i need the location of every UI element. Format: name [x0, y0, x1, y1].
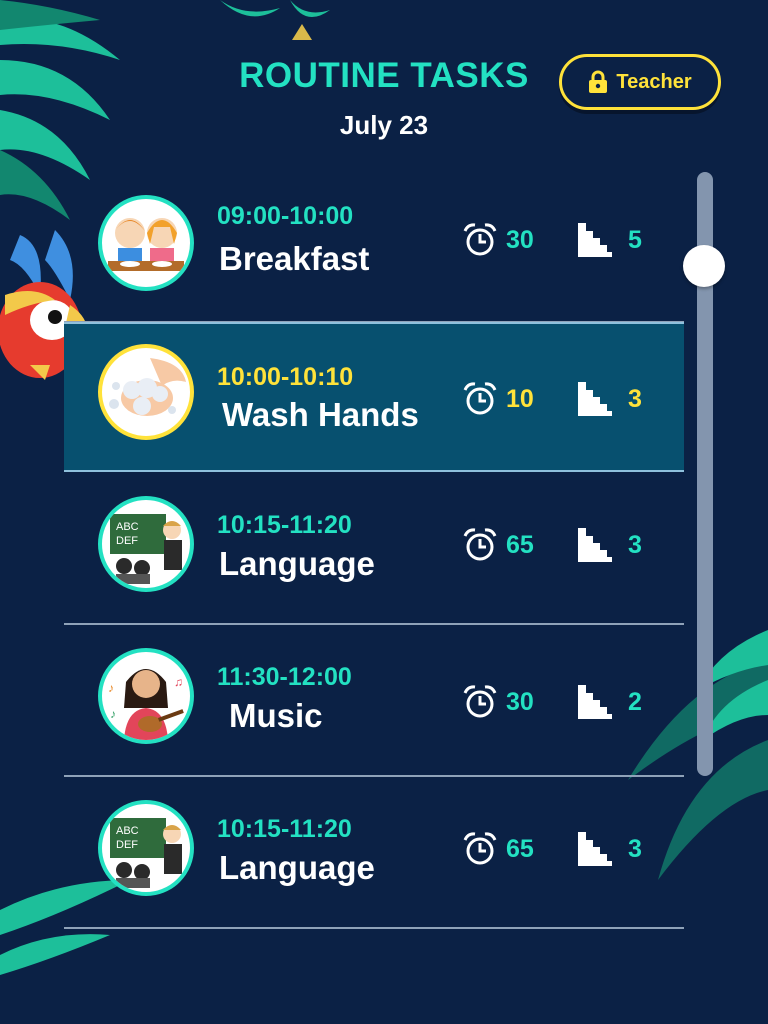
task-duration: 30: [506, 225, 534, 254]
task-image-language: ABC DEF: [98, 496, 194, 592]
task-row-selected[interactable]: 10:00-10:10 Wash Hands 10 3: [64, 322, 684, 472]
task-steps: 3: [628, 530, 642, 559]
svg-text:ABC: ABC: [116, 825, 139, 837]
date-label: July 23: [339, 110, 429, 140]
task-name: Music: [229, 697, 323, 734]
task-image-music: ♪ ♫ ♪: [98, 648, 194, 744]
task-duration: 65: [506, 834, 534, 863]
task-row[interactable]: 09:00-10:00 Breakfast 30 5: [64, 171, 684, 323]
teacher-button-label: Teacher: [616, 70, 692, 93]
task-duration: 65: [506, 530, 534, 559]
task-row[interactable]: ABC DEF 10:15-11:20 Language 65 3: [64, 473, 684, 625]
task-time: 10:00-10:10: [217, 363, 354, 391]
svg-text:♫: ♫: [174, 675, 183, 689]
stairs-icon: [578, 832, 612, 866]
task-row[interactable]: ABC DEF 10:15-11:20 Language 65 3: [64, 777, 684, 929]
task-image-breakfast: [98, 195, 194, 291]
task-image-wash-hands: [98, 344, 194, 440]
task-row[interactable]: ♪ ♫ ♪ 11:30-12:00 Music 30 2: [64, 625, 684, 777]
svg-text:ABC: ABC: [116, 521, 139, 533]
alarm-clock-icon: [463, 528, 497, 561]
svg-text:♪: ♪: [108, 681, 114, 695]
leaves-top-center-decoration: [220, 0, 330, 40]
svg-text:♪: ♪: [110, 707, 116, 721]
task-steps: 5: [628, 225, 642, 254]
task-time: 09:00-10:00: [217, 202, 354, 230]
task-duration: 30: [506, 687, 534, 716]
task-steps: 3: [628, 834, 642, 863]
task-steps: 2: [628, 687, 642, 716]
alarm-clock-icon: [463, 223, 497, 256]
svg-text:DEF: DEF: [116, 535, 138, 547]
stairs-icon: [578, 382, 612, 416]
svg-text:DEF: DEF: [116, 839, 138, 851]
stairs-icon: [578, 223, 612, 257]
task-time: 10:15-11:20: [217, 511, 352, 539]
task-duration: 10: [506, 384, 534, 413]
task-time: 11:30-12:00: [217, 663, 352, 691]
scrollbar-thumb[interactable]: [683, 245, 725, 287]
stairs-icon: [578, 528, 612, 562]
alarm-clock-icon: [463, 685, 497, 718]
alarm-clock-icon: [463, 382, 497, 415]
task-time: 10:15-11:20: [217, 815, 352, 843]
task-name: Language: [219, 545, 375, 582]
alarm-clock-icon: [463, 832, 497, 865]
task-name: Wash Hands: [222, 396, 419, 433]
stairs-icon: [578, 685, 612, 719]
task-steps: 3: [628, 384, 642, 413]
teacher-button[interactable]: Teacher: [559, 54, 721, 110]
lock-icon: [589, 70, 608, 93]
task-image-language: ABC DEF: [98, 800, 194, 896]
task-name: Language: [219, 849, 375, 886]
task-name: Breakfast: [219, 240, 370, 277]
